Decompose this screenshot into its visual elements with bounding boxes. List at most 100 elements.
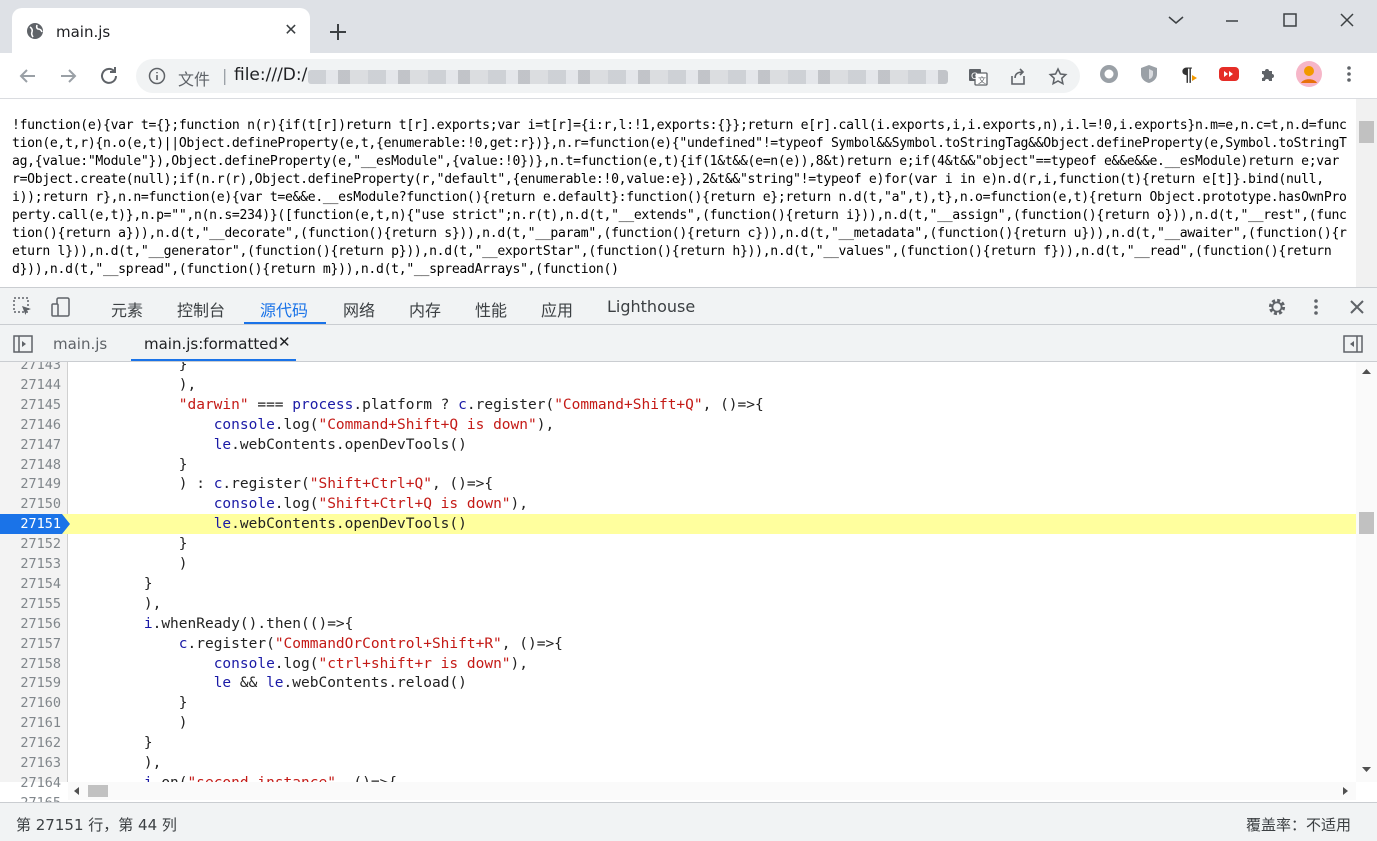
code-line[interactable]: 27153 ) bbox=[0, 554, 1356, 574]
shield-extension-icon[interactable] bbox=[1138, 63, 1160, 85]
code-editor[interactable]: 27143 } 27144 ), 27145 "darwin" === proces… bbox=[0, 362, 1377, 802]
more-vertical-icon[interactable] bbox=[1305, 296, 1327, 318]
code-line[interactable]: 27160 } bbox=[0, 693, 1356, 713]
code-line[interactable]: 27149 ) : c.register("Shift+Ctrl+Q", ()=… bbox=[0, 474, 1356, 494]
line-number[interactable]: 27163 bbox=[0, 753, 61, 773]
scroll-left-icon[interactable] bbox=[72, 786, 82, 796]
minimize-icon[interactable] bbox=[1220, 8, 1244, 32]
line-number[interactable]: 27145 bbox=[0, 395, 61, 415]
tab-memory[interactable]: 内存 bbox=[409, 297, 441, 321]
line-number[interactable]: 27155 bbox=[0, 594, 61, 614]
arrow-left-icon[interactable] bbox=[16, 64, 40, 88]
editor-scrollbar-thumb[interactable] bbox=[1359, 512, 1374, 534]
current-code-line[interactable]: 27151 le.webContents.openDevTools() bbox=[0, 514, 1356, 535]
url-text: file:///D:/ bbox=[234, 65, 308, 85]
line-number[interactable]: 27165 bbox=[0, 793, 61, 802]
close-devtools-icon[interactable] bbox=[1346, 296, 1368, 318]
tab-application[interactable]: 应用 bbox=[541, 297, 573, 321]
line-number[interactable]: 27147 bbox=[0, 435, 61, 455]
code-line[interactable]: 27152 } bbox=[0, 534, 1356, 554]
code-line[interactable]: 27156 i.whenReady().then(()=>{ bbox=[0, 614, 1356, 634]
code-line[interactable]: 27161 ) bbox=[0, 713, 1356, 733]
toggle-debugger-icon[interactable] bbox=[1342, 333, 1364, 355]
more-vertical-icon[interactable] bbox=[1338, 63, 1360, 85]
line-number[interactable]: 27146 bbox=[0, 415, 61, 435]
page-scrollbar[interactable] bbox=[1356, 99, 1377, 287]
code-line[interactable]: 27143 } bbox=[0, 362, 1356, 375]
code-line[interactable]: 27158 console.log("ctrl+shift+r is down"… bbox=[0, 654, 1356, 674]
coverage-status[interactable]: 覆盖率：不适用 bbox=[1246, 814, 1351, 835]
star-icon[interactable] bbox=[1048, 67, 1068, 87]
line-number[interactable]: 27154 bbox=[0, 574, 61, 594]
info-icon[interactable] bbox=[148, 67, 166, 85]
line-number[interactable]: 27149 bbox=[0, 474, 61, 494]
tab-performance[interactable]: 性能 bbox=[475, 297, 507, 321]
scroll-up-icon[interactable] bbox=[1361, 366, 1372, 377]
line-number[interactable]: 27161 bbox=[0, 713, 61, 733]
scroll-down-icon[interactable] bbox=[1361, 764, 1372, 775]
code-line[interactable]: 27144 ), bbox=[0, 375, 1356, 395]
code-line[interactable]: 27157 c.register("CommandOrControl+Shift… bbox=[0, 634, 1356, 654]
line-code: "darwin" === process.platform ? c.regist… bbox=[178, 396, 764, 413]
address-bar[interactable]: 文件 | file:///D:/ G 文 bbox=[136, 59, 1080, 93]
svg-text:G: G bbox=[971, 72, 978, 82]
tab-network[interactable]: 网络 bbox=[343, 297, 375, 321]
gear-icon[interactable] bbox=[1266, 296, 1288, 318]
line-number[interactable]: 27144 bbox=[0, 375, 61, 395]
editor-horizontal-scrollbar[interactable] bbox=[68, 782, 1356, 800]
code-line[interactable]: 27146 console.log("Command+Shift+Q is do… bbox=[0, 415, 1356, 435]
code-line[interactable]: 27155 ), bbox=[0, 594, 1356, 614]
code-line[interactable]: 27150 console.log("Shift+Ctrl+Q is down"… bbox=[0, 494, 1356, 514]
page-scrollbar-thumb[interactable] bbox=[1359, 121, 1374, 143]
line-number[interactable]: 27157 bbox=[0, 634, 61, 654]
file-tab-main-js[interactable]: main.js bbox=[53, 335, 107, 353]
line-number[interactable]: 27150 bbox=[0, 494, 61, 514]
tab-elements[interactable]: 元素 bbox=[111, 297, 143, 321]
device-toolbar-icon[interactable] bbox=[50, 296, 72, 318]
maximize-icon[interactable] bbox=[1278, 8, 1302, 32]
line-number[interactable]: 27156 bbox=[0, 614, 61, 634]
file-tab-main-js-formatted[interactable]: main.js:formatted bbox=[144, 335, 278, 353]
line-number[interactable]: 27160 bbox=[0, 693, 61, 713]
paragraph-extension-icon[interactable]: ¶ bbox=[1178, 63, 1200, 85]
close-window-icon[interactable] bbox=[1335, 8, 1359, 32]
code-line[interactable]: 27147 le.webContents.openDevTools() bbox=[0, 435, 1356, 455]
close-icon[interactable]: ✕ bbox=[278, 333, 291, 351]
line-number[interactable]: 27152 bbox=[0, 534, 61, 554]
code-line[interactable]: 27148 } bbox=[0, 455, 1356, 475]
line-number[interactable]: 27162 bbox=[0, 733, 61, 753]
chevron-down-icon[interactable] bbox=[1164, 8, 1188, 32]
puzzle-icon[interactable] bbox=[1258, 63, 1280, 85]
code-line[interactable]: 27162 } bbox=[0, 733, 1356, 753]
translate-icon[interactable]: G 文 bbox=[968, 67, 988, 87]
avatar[interactable] bbox=[1296, 61, 1322, 87]
browser-tab[interactable]: main.js ✕ bbox=[12, 8, 310, 53]
line-number[interactable]: 27151 bbox=[0, 514, 61, 534]
code-line[interactable]: 27154 } bbox=[0, 574, 1356, 594]
line-number[interactable]: 27143 bbox=[0, 362, 61, 375]
scroll-right-icon[interactable] bbox=[1340, 786, 1350, 796]
line-number[interactable]: 27164 bbox=[0, 773, 61, 793]
arrow-right-icon[interactable] bbox=[56, 64, 80, 88]
line-number[interactable]: 27148 bbox=[0, 455, 61, 475]
line-number[interactable]: 27153 bbox=[0, 554, 61, 574]
globe-icon bbox=[27, 23, 43, 39]
video-extension-icon[interactable] bbox=[1218, 63, 1240, 85]
tab-lighthouse[interactable]: Lighthouse bbox=[607, 297, 695, 316]
toggle-navigator-icon[interactable] bbox=[12, 333, 34, 355]
code-line[interactable]: 27159 le && le.webContents.reload() bbox=[0, 673, 1356, 693]
code-line[interactable]: 27163 ), bbox=[0, 753, 1356, 773]
inspect-element-icon[interactable] bbox=[12, 296, 34, 318]
extension-circle-icon[interactable] bbox=[1098, 63, 1120, 85]
reload-icon[interactable] bbox=[97, 64, 121, 88]
plus-icon[interactable] bbox=[326, 20, 350, 44]
code-line[interactable]: 27145 "darwin" === process.platform ? c.… bbox=[0, 395, 1356, 415]
tab-sources[interactable]: 源代码 bbox=[260, 297, 308, 321]
tab-console[interactable]: 控制台 bbox=[177, 297, 225, 321]
share-icon[interactable] bbox=[1008, 67, 1028, 87]
editor-hscroll-thumb[interactable] bbox=[88, 785, 108, 797]
editor-vertical-scrollbar[interactable] bbox=[1356, 362, 1377, 782]
line-number[interactable]: 27159 bbox=[0, 673, 61, 693]
line-number[interactable]: 27158 bbox=[0, 654, 61, 674]
close-icon[interactable]: ✕ bbox=[282, 21, 300, 39]
